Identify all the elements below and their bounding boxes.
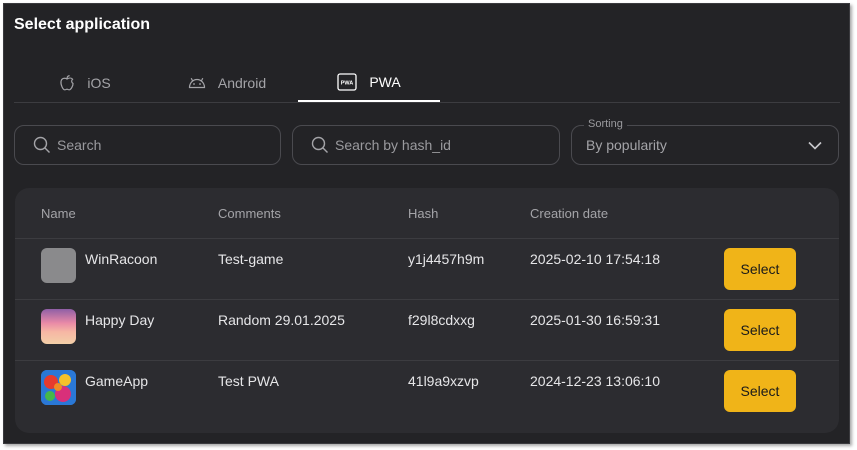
- search-icon: [311, 136, 329, 154]
- applications-table: Name Comments Hash Creation date WinRaco…: [15, 188, 839, 433]
- hash-search-field: [292, 125, 560, 165]
- tab-android[interactable]: Android: [156, 64, 298, 102]
- dialog-title: Select application: [14, 16, 151, 33]
- table-row: Happy Day Random 29.01.2025 f29l8cdxxg 2…: [15, 299, 839, 361]
- hash-search-input[interactable]: [335, 137, 535, 153]
- app-name: GameApp: [85, 373, 149, 389]
- search-field: [14, 125, 281, 165]
- app-name: WinRacoon: [85, 251, 158, 267]
- select-button[interactable]: Select: [724, 248, 796, 290]
- column-comments: Comments: [218, 206, 281, 221]
- pwa-icon: PWA: [337, 73, 357, 91]
- tab-label: iOS: [87, 75, 111, 91]
- app-date: 2024-12-23 13:06:10: [530, 373, 660, 389]
- svg-text:PWA: PWA: [341, 81, 354, 87]
- apple-icon: [59, 74, 75, 92]
- app-date: 2025-01-30 16:59:31: [530, 312, 660, 328]
- tab-label: Android: [217, 75, 267, 91]
- app-name: Happy Day: [85, 312, 155, 328]
- candy-app-icon: [41, 370, 76, 405]
- select-button[interactable]: Select: [724, 370, 796, 412]
- chevron-down-icon: [808, 141, 822, 150]
- search-icon: [33, 136, 51, 154]
- table-row: GameApp Test PWA 41l9a9xzvp 2024-12-23 1…: [15, 360, 839, 422]
- table-row: WinRacoon Test-game y1j4457h9m 2025-02-1…: [15, 238, 839, 300]
- tab-label: PWA: [369, 74, 401, 90]
- platform-tabs: iOS Android PWA PWA: [14, 64, 840, 103]
- app-comment: Random 29.01.2025: [218, 312, 345, 328]
- search-input[interactable]: [57, 137, 257, 153]
- table-header: Name Comments Hash Creation date: [15, 188, 839, 238]
- sorting-select[interactable]: Sorting By popularity: [571, 118, 839, 165]
- app-comment: Test PWA: [218, 373, 279, 389]
- android-icon: [188, 77, 206, 89]
- app-hash: f29l8cdxxg: [408, 312, 475, 328]
- gray-placeholder-icon: [41, 248, 76, 283]
- app-date: 2025-02-10 17:54:18: [530, 251, 660, 267]
- sunset-app-icon: [41, 309, 76, 344]
- tab-ios[interactable]: iOS: [14, 64, 156, 102]
- column-name: Name: [41, 206, 76, 221]
- select-application-dialog: Select application iOS Android PWA PWA S…: [3, 3, 850, 444]
- app-comment: Test-game: [218, 251, 284, 267]
- column-hash: Hash: [408, 206, 439, 221]
- app-hash: y1j4457h9m: [408, 251, 485, 267]
- tab-pwa[interactable]: PWA PWA: [298, 64, 440, 102]
- select-button[interactable]: Select: [724, 309, 796, 351]
- app-hash: 41l9a9xzvp: [408, 373, 479, 389]
- column-creation-date: Creation date: [530, 206, 609, 221]
- sorting-label: Sorting: [584, 118, 627, 130]
- sorting-value: By popularity: [586, 137, 667, 153]
